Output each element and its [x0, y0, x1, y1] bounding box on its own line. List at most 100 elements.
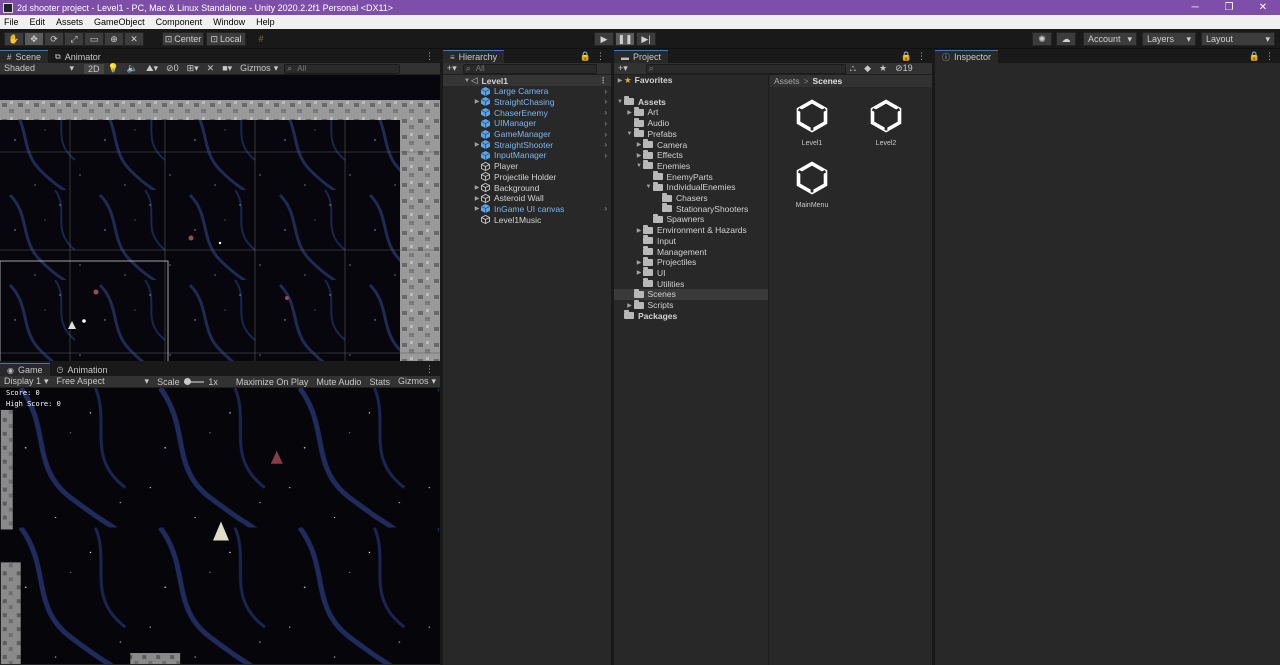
expand-arrow-icon[interactable]: ▶ — [473, 141, 481, 148]
expand-arrow-icon[interactable]: ▶ — [473, 195, 481, 202]
display-dropdown[interactable]: Display 1 ▾ — [0, 376, 53, 387]
expand-arrow-icon[interactable]: ▶ — [635, 152, 643, 159]
panel-menu-icon[interactable]: ⋮ — [425, 364, 434, 375]
close-button[interactable]: ✕ — [1246, 0, 1280, 15]
tab-scene[interactable]: # Scene — [0, 50, 48, 63]
favorites-section[interactable]: ▶ ★ Favorites — [614, 75, 768, 86]
project-folder-item[interactable]: ▶ Art — [614, 106, 768, 118]
expand-arrow-icon[interactable]: ▶ — [626, 302, 634, 309]
shading-dropdown[interactable]: Shaded ▾ — [0, 63, 78, 74]
pivot-center-toggle[interactable]: ⊡ Center — [162, 32, 204, 46]
menu-edit[interactable]: Edit — [30, 17, 46, 27]
expand-arrow-icon[interactable]: ▶ — [473, 184, 481, 191]
scale-slider-handle[interactable] — [183, 377, 191, 385]
project-folder-item[interactable]: Packages — [614, 310, 768, 321]
project-folder-item[interactable]: ▶ Effects — [614, 149, 768, 161]
menu-help[interactable]: Help — [256, 17, 275, 27]
prefab-open-chevron-icon[interactable]: › — [604, 204, 607, 213]
game-viewport[interactable] — [0, 388, 440, 664]
prefab-open-chevron-icon[interactable]: › — [604, 97, 607, 106]
grid-snap-icon[interactable]: # — [252, 32, 270, 46]
collapse-arrow-icon[interactable]: ▼ — [463, 78, 471, 84]
project-folder-item[interactable]: ▼ IndividualEnemies — [614, 181, 768, 193]
scale-slider[interactable] — [183, 377, 205, 385]
project-folder-item[interactable]: ▶ Camera — [614, 139, 768, 150]
project-folder-item[interactable]: ▼ Prefabs — [614, 128, 768, 140]
scene-asset-tile[interactable]: MainMenu — [782, 160, 842, 209]
tab-hierarchy[interactable]: ≡ Hierarchy — [443, 50, 505, 63]
scene-viewport[interactable] — [0, 75, 440, 361]
project-folder-item[interactable]: Chasers — [614, 192, 768, 204]
rotate-tool-icon[interactable]: ⟳ — [44, 32, 64, 46]
hierarchy-item[interactable]: Player — [443, 161, 611, 172]
expand-arrow-icon[interactable]: ▼ — [626, 131, 634, 137]
expand-arrow-icon[interactable]: ▶ — [616, 77, 624, 84]
account-dropdown[interactable]: Account ▾ — [1083, 32, 1137, 46]
rect-tool-icon[interactable]: ▭ — [84, 32, 104, 46]
panel-menu-icon[interactable]: ⋮ — [917, 51, 926, 62]
hand-tool-icon[interactable]: ✋ — [4, 32, 24, 46]
panel-menu-icon[interactable]: ⋮ — [1265, 51, 1274, 62]
maximize-on-play-toggle[interactable]: Maximize On Play — [232, 377, 313, 387]
project-folder-item[interactable]: StationaryShooters — [614, 203, 768, 214]
expand-arrow-icon[interactable]: ▶ — [635, 259, 643, 266]
hierarchy-item[interactable]: ▶ Background — [443, 182, 611, 193]
camera-icon[interactable]: ■▾ — [218, 63, 236, 74]
project-folder-item[interactable]: Spawners — [614, 213, 768, 225]
play-button[interactable]: ▶ — [594, 32, 614, 46]
project-folder-item[interactable]: ▶ Environment & Hazards — [614, 224, 768, 236]
prefab-open-chevron-icon[interactable]: › — [604, 119, 607, 128]
project-folder-item[interactable]: ▶ Projectiles — [614, 256, 768, 268]
hierarchy-item[interactable]: Projectile Holder — [443, 171, 611, 182]
effects-icon[interactable]: ⛰▾ — [142, 63, 162, 74]
2d-toggle[interactable]: 2D — [84, 63, 104, 74]
move-tool-icon[interactable]: ✥ — [24, 32, 44, 46]
panel-menu-icon[interactable]: ⋮ — [425, 51, 434, 62]
project-folder-item[interactable]: ▶ UI — [614, 267, 768, 279]
project-folder-item[interactable]: Input — [614, 235, 768, 247]
expand-arrow-icon[interactable]: ▶ — [473, 205, 481, 212]
pause-button[interactable]: ❚❚ — [615, 32, 635, 46]
menu-window[interactable]: Window — [213, 17, 245, 27]
hierarchy-item[interactable]: ▶ Asteroid Wall — [443, 193, 611, 204]
tab-inspector[interactable]: ⓘ Inspector — [935, 50, 999, 63]
tab-animation[interactable]: ◷ Animation — [49, 363, 115, 376]
prefab-open-chevron-icon[interactable]: › — [604, 151, 607, 160]
aspect-dropdown[interactable]: Free Aspect ▾ — [53, 376, 154, 387]
space-local-toggle[interactable]: ⊡ Local — [206, 32, 246, 46]
scene-menu-icon[interactable]: ⋮ — [599, 76, 607, 85]
hidden-packages-toggle[interactable]: ⊘19 — [891, 63, 917, 74]
hierarchy-search-input[interactable]: All — [462, 63, 597, 74]
expand-arrow-icon[interactable]: ▶ — [635, 269, 643, 276]
hierarchy-item[interactable]: GameManager › — [443, 129, 611, 140]
scene-asset-tile[interactable]: Level1 — [782, 98, 842, 147]
menu-assets[interactable]: Assets — [56, 17, 83, 27]
tab-game[interactable]: ◉ Game — [0, 363, 50, 376]
project-folder-item[interactable]: ▼ Enemies — [614, 160, 768, 172]
expand-arrow-icon[interactable]: ▶ — [473, 98, 481, 105]
hierarchy-item[interactable]: ▶ StraightChasing › — [443, 96, 611, 107]
tools-icon[interactable]: ✕ — [203, 63, 219, 74]
project-folder-item[interactable]: EnemyParts — [614, 171, 768, 182]
grid-snap-icon[interactable]: ⊞▾ — [183, 63, 203, 74]
hierarchy-item[interactable]: InputManager › — [443, 150, 611, 161]
expand-arrow-icon[interactable]: ▶ — [635, 141, 643, 148]
project-folder-item[interactable]: Utilities — [614, 278, 768, 289]
lock-icon[interactable]: 🔒 — [580, 51, 591, 62]
search-by-label-icon[interactable]: ◆ — [860, 63, 875, 74]
expand-arrow-icon[interactable]: ▼ — [635, 163, 643, 169]
scene-search-input[interactable]: All — [284, 63, 401, 74]
step-button[interactable]: ▶| — [636, 32, 656, 46]
transform-tool-icon[interactable]: ⊕ — [104, 32, 124, 46]
gizmos-dropdown[interactable]: Gizmos ▾ — [394, 376, 440, 387]
project-folder-item[interactable]: ▶ Scripts — [614, 299, 768, 311]
prefab-open-chevron-icon[interactable]: › — [604, 87, 607, 96]
create-asset-button[interactable]: +▾ — [614, 63, 632, 74]
tab-animator[interactable]: ⧉ Animator — [47, 50, 108, 63]
scene-asset-tile[interactable]: Level2 — [856, 98, 916, 147]
audio-icon[interactable]: 🔈 — [123, 63, 142, 74]
project-folder-item[interactable]: Management — [614, 246, 768, 257]
custom-tool-icon[interactable]: ✕ — [124, 32, 144, 46]
hierarchy-item[interactable]: ▶ InGame UI canvas › — [443, 203, 611, 214]
scene-root-level1[interactable]: ▼ ◁ Level1 ⋮ — [443, 75, 611, 86]
